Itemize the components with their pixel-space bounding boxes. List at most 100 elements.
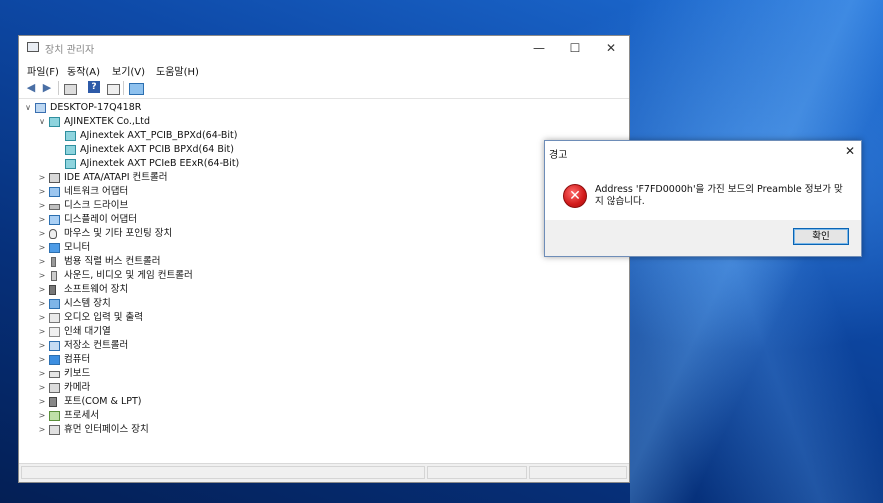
expand-icon[interactable]: >	[37, 423, 47, 437]
device-label: AJinextek AXT PCIB BPXd(64 Bit)	[80, 144, 234, 155]
menu-file[interactable]: 파일(F)	[27, 63, 59, 78]
window-title: 장치 관리자	[45, 45, 95, 56]
back-arrow-icon[interactable]: ◀	[24, 81, 38, 94]
dialog-message: Address 'F7FD0000h'을 가진 보드의 Preamble 정보가…	[595, 184, 843, 207]
device-label: AJinextek AXT PCIeB EExR(64-Bit)	[80, 158, 240, 169]
expand-icon[interactable]: >	[37, 171, 47, 185]
dialog-close-button[interactable]: ✕	[845, 144, 855, 158]
menu-bar: 파일(F) 동작(A) 보기(V) 도움말(H)	[19, 60, 629, 78]
properties-icon[interactable]	[64, 84, 77, 95]
help-icon[interactable]: ?	[88, 81, 100, 93]
expand-icon[interactable]: >	[37, 409, 47, 423]
printer-icon	[49, 327, 60, 337]
expand-icon[interactable]: >	[37, 213, 47, 227]
minimize-button[interactable]: —	[521, 36, 557, 60]
status-bar	[19, 463, 629, 482]
category-label: 휴먼 인터페이스 장치	[64, 424, 149, 435]
category-label: 시스템 장치	[64, 298, 111, 309]
hid-icon	[49, 425, 60, 435]
category-label: 모니터	[64, 242, 91, 253]
category-label: 소프트웨어 장치	[64, 284, 129, 295]
tree-vendor-label: AJINEXTEK Co.,Ltd	[64, 116, 150, 127]
speaker-icon	[51, 271, 57, 281]
category-label: 저장소 컨트롤러	[64, 340, 129, 351]
device-tree: ∨ DESKTOP-17Q418R ∨ AJINEXTEK Co.,Ltd AJ…	[19, 99, 629, 463]
audio-io-icon	[49, 313, 60, 323]
storage-controller-icon	[49, 341, 60, 351]
expand-icon[interactable]: >	[37, 353, 47, 367]
menu-help[interactable]: 도움말(H)	[156, 63, 199, 78]
expand-icon[interactable]: >	[37, 297, 47, 311]
maximize-button[interactable]: ☐	[557, 36, 593, 60]
collapse-icon[interactable]: ∨	[23, 101, 33, 115]
monitor-icon	[49, 243, 60, 253]
expand-icon[interactable]: >	[37, 185, 47, 199]
category-label: 범용 직렬 버스 컨트롤러	[64, 256, 161, 267]
device-label: AJinextek AXT_PCIB_BPXd(64-Bit)	[80, 130, 238, 141]
motion-card-icon	[65, 145, 76, 155]
expand-icon[interactable]: >	[37, 325, 47, 339]
device-manager-icon	[27, 42, 39, 52]
motion-card-icon	[65, 159, 76, 169]
close-button[interactable]: ✕	[593, 36, 629, 60]
category-label: 마우스 및 기타 포인팅 장치	[64, 228, 173, 239]
ide-controller-icon	[49, 173, 60, 183]
toolbar-separator	[58, 81, 59, 95]
collapse-icon[interactable]: ∨	[37, 115, 47, 129]
expand-icon[interactable]: >	[37, 367, 47, 381]
expand-icon[interactable]: >	[37, 339, 47, 353]
display-adapter-icon	[49, 215, 60, 225]
category-label: 카메라	[64, 382, 91, 393]
status-cell	[427, 466, 527, 479]
category-label: 디스크 드라이브	[64, 200, 129, 211]
toolbar: ◀ ▶ ?	[19, 78, 629, 99]
expand-icon[interactable]: >	[37, 255, 47, 269]
menu-view[interactable]: 보기(V)	[112, 63, 145, 78]
motion-card-icon	[65, 131, 76, 141]
port-icon	[49, 397, 57, 407]
warning-dialog: 경고 ✕ ✕ Address 'F7FD0000h'을 가진 보드의 Pream…	[544, 140, 862, 257]
title-bar[interactable]: 장치 관리자 — ☐ ✕	[19, 36, 629, 60]
error-icon: ✕	[563, 184, 587, 208]
camera-icon	[49, 383, 60, 393]
processor-icon	[49, 411, 60, 421]
toolbar-separator	[123, 81, 124, 95]
keyboard-icon	[49, 371, 60, 378]
update-driver-icon[interactable]	[107, 84, 120, 95]
dialog-footer: 확인	[545, 220, 861, 256]
motion-card-icon	[49, 117, 60, 127]
expand-icon[interactable]: >	[37, 283, 47, 297]
category-label: 디스플레이 어댑터	[64, 214, 137, 225]
category-label: 오디오 입력 및 출력	[64, 312, 143, 323]
expand-icon[interactable]: >	[37, 269, 47, 283]
network-adapter-icon	[49, 187, 60, 197]
expand-icon[interactable]: >	[37, 199, 47, 213]
dialog-title: 경고	[549, 150, 568, 161]
system-device-icon	[49, 299, 60, 309]
software-device-icon	[49, 285, 56, 295]
tree-root-label: DESKTOP-17Q418R	[50, 102, 142, 113]
category-label: 키보드	[64, 368, 91, 379]
expand-icon[interactable]: >	[37, 395, 47, 409]
expand-icon[interactable]: >	[37, 381, 47, 395]
category-label: 인쇄 대기열	[64, 326, 111, 337]
status-cell	[21, 466, 425, 479]
forward-arrow-icon[interactable]: ▶	[40, 81, 54, 94]
wallpaper-light-beam	[630, 260, 883, 503]
status-cell	[529, 466, 627, 479]
disk-drive-icon	[49, 204, 60, 210]
expand-icon[interactable]: >	[37, 241, 47, 255]
expand-icon[interactable]: >	[37, 227, 47, 241]
computer-icon	[49, 355, 60, 365]
scan-hardware-icon[interactable]	[129, 83, 144, 95]
category-label: 컴퓨터	[64, 354, 91, 365]
category-label: 사운드, 비디오 및 게임 컨트롤러	[64, 270, 193, 281]
category-label: 프로세서	[64, 410, 99, 421]
menu-action[interactable]: 동작(A)	[67, 63, 100, 78]
mouse-icon	[49, 229, 57, 239]
category-label: 네트워크 어댑터	[64, 186, 129, 197]
expand-icon[interactable]: >	[37, 311, 47, 325]
category-label: 포트(COM & LPT)	[64, 396, 142, 407]
device-manager-window: 장치 관리자 — ☐ ✕ 파일(F) 동작(A) 보기(V) 도움말(H) ◀ …	[18, 35, 630, 483]
ok-button[interactable]: 확인	[793, 228, 849, 245]
